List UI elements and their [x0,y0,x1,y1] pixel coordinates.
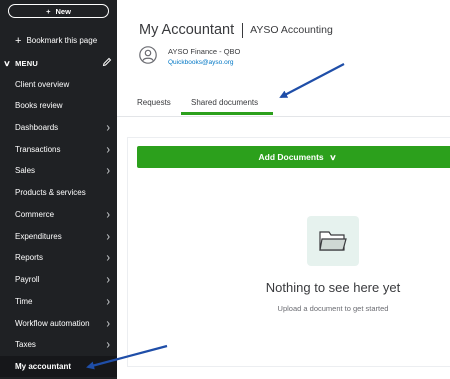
sidebar-item-payroll[interactable]: Payroll › [0,269,117,290]
sidebar-item-label: Workflow automation [15,319,90,328]
account-email-link[interactable]: Quickbooks@ayso.org [168,59,234,66]
sidebar-item-label: Books review [15,101,63,110]
sidebar-item-label: Reports [15,253,44,262]
sidebar-item-label: Expenditures [15,232,62,241]
documents-panel [127,137,450,367]
bookmark-this-page-link[interactable]: + Bookmark this page [15,34,98,47]
empty-state-subtitle: Upload a document to get started [277,304,389,313]
sidebar-item-label: Payroll [15,275,40,284]
sidebar-item-label: Commerce [15,210,55,219]
tab-bar: Requests Shared documents [117,92,450,117]
avatar-icon [139,46,157,64]
sidebar-item-label: Transactions [15,145,61,154]
sidebar-item-time[interactable]: Time › [0,291,117,312]
tab-shared-documents[interactable]: Shared documents [191,98,258,107]
sidebar-item-taxes[interactable]: Taxes › [0,334,117,355]
sidebar-item-sales[interactable]: Sales › [0,160,117,181]
empty-state-title: Nothing to see here yet [265,280,401,295]
sidebar-item-label: Products & services [15,188,86,197]
chevron-right-icon: › [106,142,110,157]
chevron-right-icon: › [106,163,110,178]
sidebar-item-products-services[interactable]: Products & services [0,182,117,203]
menu-label: MENU [15,58,38,68]
left-sidebar: + New + Bookmark this page ∨ MENU Client… [0,0,117,379]
chevron-down-icon: ∨ [3,58,11,68]
title-divider [242,22,244,38]
menu-header[interactable]: ∨ MENU [3,57,112,69]
pencil-icon[interactable] [102,57,112,69]
sidebar-item-expenditures[interactable]: Expenditures › [0,226,117,247]
sidebar-item-books-review[interactable]: Books review [0,95,117,116]
accounting-firm-name: AYSO Accounting [250,24,333,36]
chevron-right-icon: › [106,337,110,352]
sidebar-item-reports[interactable]: Reports › [0,247,117,268]
sidebar-item-label: Dashboards [15,123,59,132]
sidebar-item-commerce[interactable]: Commerce › [0,204,117,225]
chevron-right-icon: › [106,207,110,222]
sidebar-item-my-accountant[interactable]: My accountant [0,356,117,377]
add-documents-label: Add Documents [258,152,324,162]
chevron-right-icon: › [106,316,110,331]
new-button-label: New [55,6,71,16]
sidebar-item-dashboards[interactable]: Dashboards › [0,117,117,138]
page-title-text: My Accountant [139,22,235,38]
chevron-right-icon: › [106,229,110,244]
chevron-right-icon: › [106,120,110,135]
bookmark-label: Bookmark this page [26,36,98,45]
page-title: My Accountant AYSO Accounting [139,22,333,38]
chevron-down-icon: ∨ [328,152,337,162]
sidebar-item-client-overview[interactable]: Client overview [0,74,117,95]
chevron-right-icon: › [106,294,110,309]
chevron-right-icon: › [106,250,110,265]
new-button[interactable]: + New [8,4,109,18]
active-tab-indicator [181,112,273,115]
folder-icon [307,216,359,266]
tab-requests[interactable]: Requests [137,98,171,107]
sidebar-item-transactions[interactable]: Transactions › [0,139,117,160]
plus-icon: + [15,34,22,47]
sidebar-item-workflow-automation[interactable]: Workflow automation › [0,313,117,334]
plus-icon: + [46,6,51,16]
sidebar-item-label: Time [15,297,33,306]
sidebar-item-label: Sales [15,166,36,175]
main-content: My Accountant AYSO Accounting AYSO Finan… [117,0,450,379]
sidebar-item-label: My accountant [15,362,72,371]
chevron-right-icon: › [106,272,110,287]
sidebar-item-label: Taxes [15,340,36,349]
account-name: AYSO Finance - QBO [168,47,241,56]
add-documents-button[interactable]: Add Documents ∨ [137,146,450,168]
sidebar-item-label: Client overview [15,80,70,89]
